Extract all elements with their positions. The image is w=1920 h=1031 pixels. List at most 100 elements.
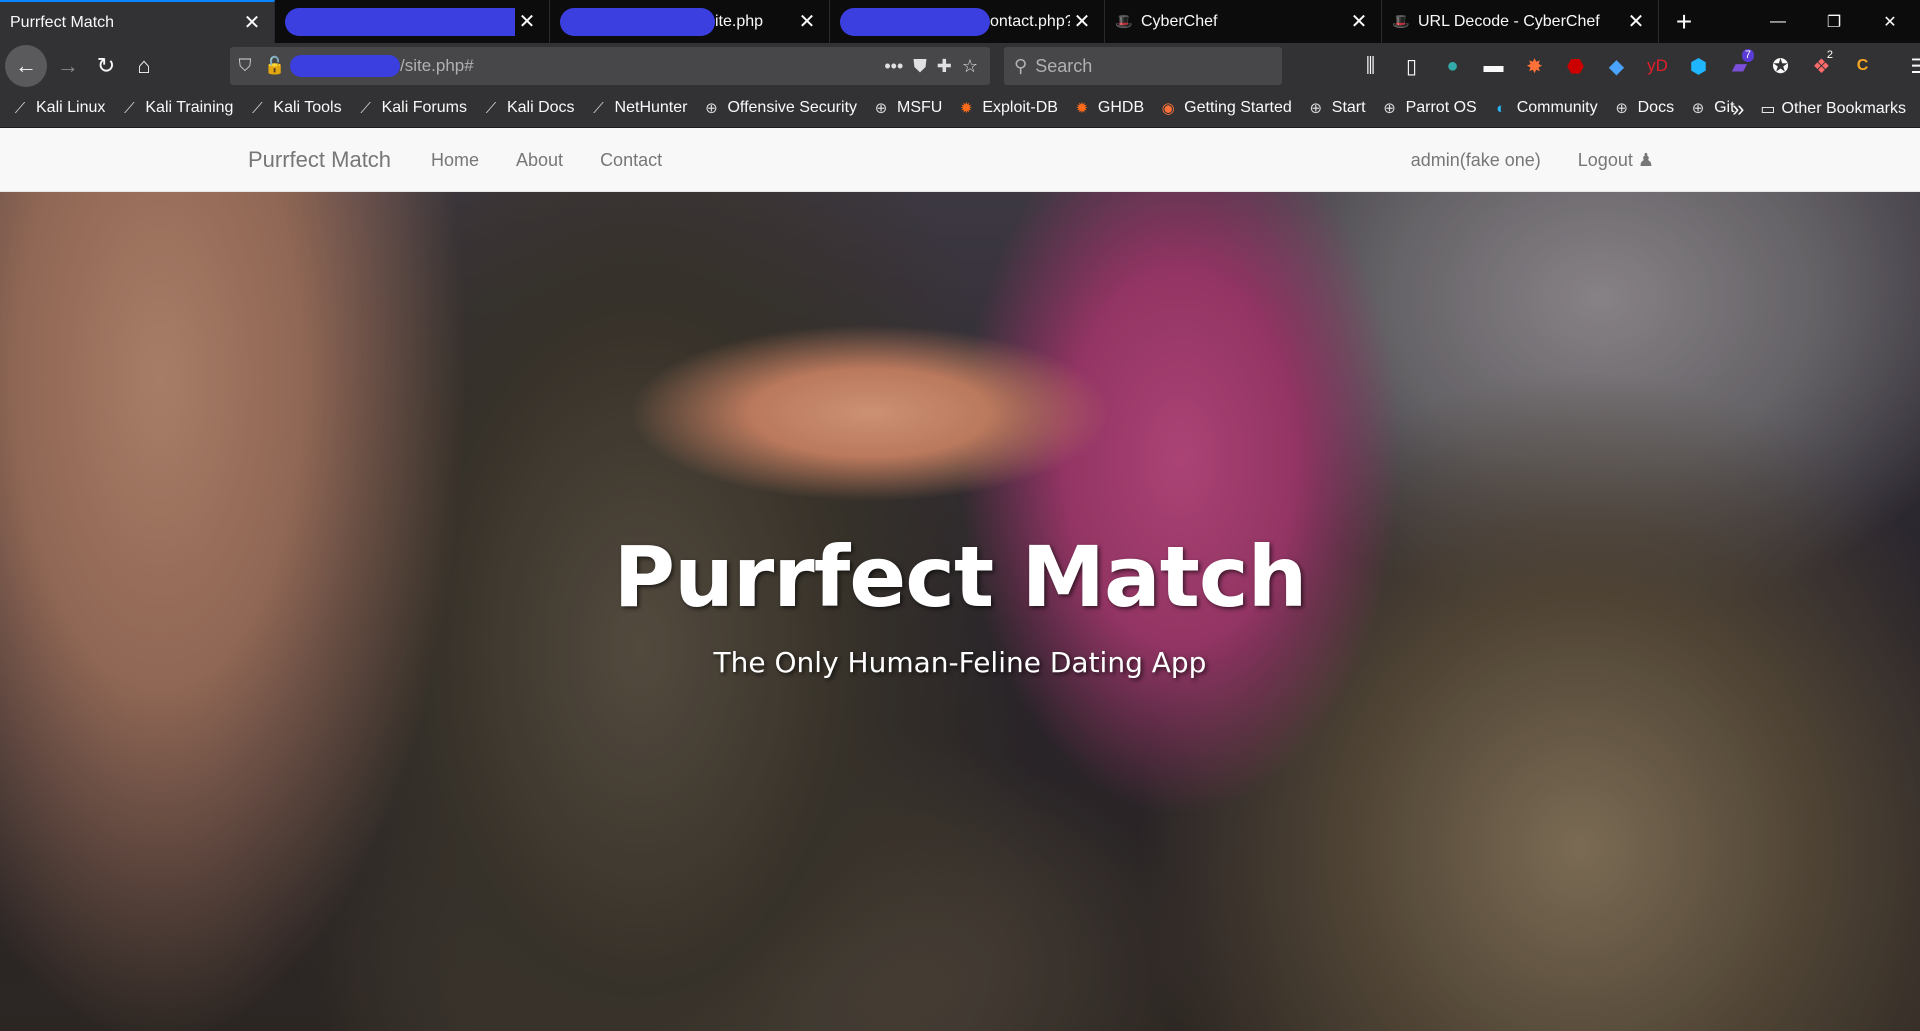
hexagon-extension-icon[interactable]: ⬢: [1678, 47, 1719, 85]
bookmark-nethunter[interactable]: ⟋ NetHunter: [589, 99, 687, 117]
site-brand-link[interactable]: Purrfect Match: [248, 128, 391, 192]
ublock-icon[interactable]: ⬣: [1555, 47, 1596, 85]
menu-icon[interactable]: ☰: [1899, 47, 1920, 85]
container-icon[interactable]: ▰ 7: [1719, 47, 1760, 85]
wappalyzer-icon[interactable]: ◆: [1596, 47, 1637, 85]
cookie-icon[interactable]: ✪: [1760, 47, 1801, 85]
bookmark-docs[interactable]: ⊕ Docs: [1612, 99, 1674, 117]
pocket-icon[interactable]: ⛊: [913, 56, 927, 77]
close-icon[interactable]: ✕: [1347, 10, 1371, 34]
logout-link[interactable]: Logout ♟: [1578, 150, 1654, 171]
window-close-button[interactable]: ✕: [1862, 0, 1918, 43]
bookmarks-overflow-button[interactable]: »: [1732, 96, 1744, 122]
tab-url-decode[interactable]: 🎩 URL Decode - CyberChef ✕: [1382, 0, 1659, 43]
tab-redacted-1[interactable]: ✕: [275, 0, 550, 43]
user-icon: ♟: [1637, 149, 1654, 170]
bookmark-label: Kali Forums: [381, 99, 467, 116]
new-tab-button[interactable]: +: [1659, 0, 1709, 43]
bookmark-label: Kali Linux: [36, 99, 106, 116]
bookmark-ghdb[interactable]: ✹ GHDB: [1072, 99, 1145, 117]
bookmark-getting-started[interactable]: ◉ Getting Started: [1158, 99, 1292, 117]
tab-purrfect-match[interactable]: Purrfect Match ✕: [0, 0, 275, 43]
reload-icon: ↻: [96, 53, 116, 78]
navigation-toolbar: ← → ↻ ⌂ ⛉ 🔓 /site.php# ••• ⛊ ✚ ☆ ⚲ ⫼ ▯ ●…: [0, 43, 1920, 89]
nav-home-link[interactable]: Home: [431, 150, 479, 171]
library-icon[interactable]: ⫼: [1350, 47, 1391, 85]
extension-globe-icon[interactable]: ●: [1432, 47, 1473, 85]
bookmark-git[interactable]: ⊕ Git: [1688, 99, 1735, 117]
hero-subheading: The Only Human-Feline Dating App: [713, 646, 1207, 679]
yandex-icon[interactable]: yD: [1637, 47, 1678, 85]
globe-icon: ⊕: [1615, 100, 1628, 117]
url-bar[interactable]: ⛉ 🔓 /site.php# ••• ⛊ ✚ ☆: [230, 47, 990, 85]
nav-contact-link[interactable]: Contact: [600, 150, 662, 171]
uk-flag-icon[interactable]: ✚: [937, 56, 952, 77]
bookmark-kali-forums[interactable]: ⟋ Kali Forums: [356, 99, 467, 117]
tab-redacted-site[interactable]: ite.php ✕: [550, 0, 830, 43]
bookmark-community[interactable]: ◐ Community: [1491, 99, 1597, 117]
bookmark-kali-linux[interactable]: ⟋ Kali Linux: [10, 99, 106, 117]
page-actions-icon[interactable]: •••: [884, 56, 903, 77]
shield-icon[interactable]: ⛉: [230, 56, 260, 76]
redaction-mark: [840, 7, 990, 36]
globe-icon: ⊕: [705, 100, 718, 117]
close-icon[interactable]: ✕: [1624, 10, 1648, 34]
minimize-button[interactable]: —: [1750, 0, 1806, 43]
search-icon: ⚲: [1014, 55, 1028, 76]
home-icon: ⌂: [137, 53, 151, 78]
coin-extension-icon[interactable]: C: [1842, 47, 1883, 85]
bookmark-exploit-db[interactable]: ✹ Exploit-DB: [956, 99, 1058, 117]
close-icon[interactable]: ✕: [795, 10, 819, 34]
nav-about-link[interactable]: About: [516, 150, 563, 171]
url-text[interactable]: /site.php#: [290, 55, 884, 77]
forward-button[interactable]: →: [49, 47, 87, 85]
logout-label: Logout: [1577, 149, 1633, 170]
notification-icon[interactable]: ❖ 2: [1801, 47, 1842, 85]
star-icon[interactable]: ☆: [962, 56, 978, 77]
sidebar-icon[interactable]: ▯: [1391, 47, 1432, 85]
home-button[interactable]: ⌂: [125, 47, 163, 85]
close-icon[interactable]: ✕: [515, 10, 539, 34]
tab-redacted-contact[interactable]: ontact.php?c ✕: [830, 0, 1105, 43]
hero-heading: Purrfect Match: [613, 528, 1308, 626]
bookmark-kali-training[interactable]: ⟋ Kali Training: [119, 99, 233, 117]
bookmark-label: MSFU: [897, 99, 943, 116]
parrot-icon: ◐: [1496, 99, 1506, 117]
tab-title: CyberChef: [1141, 12, 1218, 30]
bookmark-label: Exploit-DB: [982, 99, 1058, 116]
hat-icon[interactable]: ▬: [1473, 47, 1514, 85]
bookmark-label: Kali Docs: [506, 99, 575, 116]
restore-button[interactable]: ❐: [1806, 0, 1862, 43]
user-link[interactable]: admin(fake one): [1411, 150, 1541, 171]
bookmark-kali-docs[interactable]: ⟋ Kali Docs: [481, 99, 575, 117]
bookmark-start[interactable]: ⊕ Start: [1306, 99, 1365, 117]
bookmark-parrot-os[interactable]: ⊕ Parrot OS: [1380, 99, 1476, 117]
exploitdb-icon: ✹: [1075, 100, 1089, 117]
search-bar[interactable]: ⚲: [1004, 47, 1282, 85]
arrow-left-icon: ←: [15, 53, 37, 78]
container-badge: 7: [1741, 49, 1754, 62]
bookmarks-toolbar: ⟋ Kali Linux ⟋ Kali Training ⟋ Kali Tools ⟋ Kal…: [0, 89, 1920, 128]
globe-icon: ⊕: [1383, 100, 1396, 117]
tab-title: URL Decode - CyberChef: [1418, 12, 1600, 30]
chef-hat-icon: 🎩: [1115, 13, 1133, 29]
kali-dragon-icon: ⟋: [124, 99, 135, 117]
foxyproxy-icon[interactable]: ✸: [1514, 47, 1555, 85]
bookmark-kali-tools[interactable]: ⟋ Kali Tools: [247, 99, 341, 117]
insecure-lock-icon[interactable]: 🔓: [260, 56, 290, 76]
bookmark-offensive-security[interactable]: ⊕ Offensive Security: [701, 99, 857, 117]
back-button[interactable]: ←: [5, 45, 47, 87]
bookmark-msfu[interactable]: ⊕ MSFU: [871, 99, 943, 117]
bookmark-label: Docs: [1637, 99, 1675, 116]
tab-cyberchef[interactable]: 🎩 CyberChef ✕: [1105, 0, 1382, 43]
search-input[interactable]: [1035, 55, 1266, 77]
bookmark-label: Kali Tools: [273, 99, 342, 116]
redaction-mark: [290, 55, 400, 77]
other-bookmarks-button[interactable]: ▭ Other Bookmarks: [1760, 99, 1906, 119]
kali-dragon-icon: ⟋: [593, 99, 604, 117]
bookmark-label: Kali Training: [145, 99, 234, 116]
close-icon[interactable]: ✕: [1070, 10, 1094, 34]
reload-button[interactable]: ↻: [87, 47, 125, 85]
close-icon[interactable]: ✕: [240, 11, 264, 35]
arrow-right-icon: →: [57, 53, 79, 78]
